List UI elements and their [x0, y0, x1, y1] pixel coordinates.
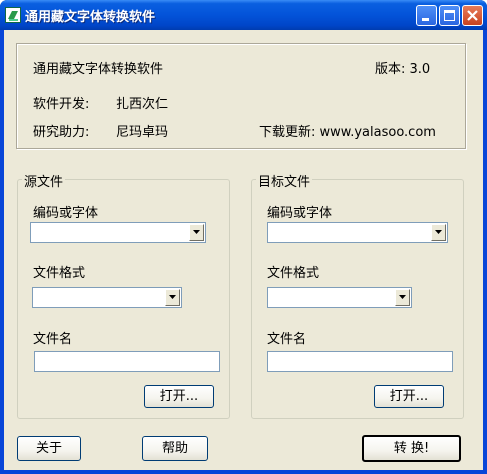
target-format-label: 文件格式: [267, 266, 320, 281]
source-format-select[interactable]: [32, 287, 182, 308]
source-filename-label: 文件名: [33, 332, 73, 347]
assistant-label: 研究助力:: [33, 125, 90, 140]
source-group: 源文件 编码或字体 文件格式 文件名 打开...: [17, 171, 230, 419]
source-open-button[interactable]: 打开...: [144, 385, 214, 408]
maximize-icon: [444, 10, 455, 21]
target-format-dropdown-button[interactable]: [395, 289, 410, 306]
target-group: 目标文件 编码或字体 文件格式 文件名 打开...: [251, 171, 464, 419]
target-open-button[interactable]: 打开...: [374, 385, 444, 408]
minimize-button[interactable]: [416, 5, 437, 26]
chevron-down-icon: [169, 295, 176, 299]
source-legend: 源文件: [22, 171, 66, 190]
target-encoding-dropdown-button[interactable]: [431, 224, 446, 241]
target-filename-label: 文件名: [267, 332, 307, 347]
source-encoding-label: 编码或字体: [33, 206, 99, 221]
target-format-select[interactable]: [267, 287, 412, 308]
minimize-icon: [422, 18, 429, 21]
target-encoding-select[interactable]: [267, 222, 448, 243]
source-format-label: 文件格式: [33, 266, 86, 281]
target-filename-input[interactable]: [267, 351, 453, 372]
info-panel: 通用藏文字体转换软件 版本: 3.0 软件开发: 扎西次仁 研究助力: 尼玛卓玛…: [16, 43, 466, 149]
assistant-name: 尼玛卓玛: [116, 125, 169, 140]
window-frame-bottom: [0, 470, 487, 474]
window-title: 通用藏文字体转换软件: [25, 10, 156, 25]
target-legend: 目标文件: [256, 171, 313, 190]
chevron-down-icon: [399, 295, 406, 299]
source-filename-input[interactable]: [34, 351, 220, 372]
source-encoding-dropdown-button[interactable]: [189, 224, 204, 241]
app-icon[interactable]: [5, 7, 21, 23]
client-area: 通用藏文字体转换软件 版本: 3.0 软件开发: 扎西次仁 研究助力: 尼玛卓玛…: [4, 30, 483, 470]
version-label: 版本: 3.0: [375, 62, 431, 77]
source-encoding-select[interactable]: [30, 222, 206, 243]
help-button[interactable]: 帮助: [142, 436, 208, 461]
maximize-button[interactable]: [439, 5, 460, 26]
download-link[interactable]: 下载更新: www.yalasoo.com: [259, 121, 436, 140]
chevron-down-icon: [193, 230, 200, 234]
chevron-down-icon: [435, 230, 442, 234]
close-icon: [467, 10, 478, 21]
window-frame-right: [483, 30, 487, 474]
about-button[interactable]: 关于: [17, 436, 81, 461]
app-window: 通用藏文字体转换软件 通用藏文字体转换软件 版本: 3.0 软件开发: 扎西次仁…: [0, 0, 487, 474]
close-button[interactable]: [462, 5, 483, 26]
convert-button[interactable]: 转 换!: [362, 435, 461, 462]
title-bar[interactable]: 通用藏文字体转换软件: [0, 0, 487, 30]
developer-name: 扎西次仁: [116, 97, 169, 112]
target-encoding-label: 编码或字体: [267, 206, 333, 221]
app-name-label: 通用藏文字体转换软件: [33, 62, 164, 77]
source-format-dropdown-button[interactable]: [165, 289, 180, 306]
developer-label: 软件开发:: [33, 97, 90, 112]
